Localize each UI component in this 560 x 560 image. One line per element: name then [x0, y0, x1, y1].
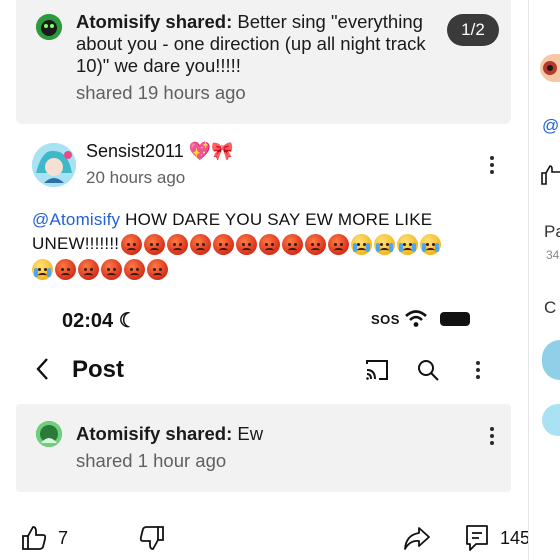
back-icon[interactable] [34, 356, 50, 387]
angry-face-emoji [101, 259, 122, 280]
commenter-avatar[interactable] [32, 143, 76, 187]
comment-count: 145 [500, 528, 531, 548]
like-icon[interactable] [20, 524, 48, 557]
commenter-username[interactable]: Sensist2011 [86, 141, 184, 161]
shared-author[interactable]: Atomisify shared: [76, 11, 232, 32]
angry-face-emoji [167, 233, 189, 255]
share-icon[interactable] [402, 524, 432, 557]
comment-more-icon[interactable] [486, 154, 498, 176]
adjacent-heading: C [544, 298, 557, 317]
status-time-text: 02:04 [62, 310, 114, 332]
shared-post-card[interactable] [16, 404, 511, 492]
shared-text-line: about you - one direction (up all night … [76, 33, 426, 54]
atomisify-avatar[interactable] [36, 421, 62, 447]
comment-icon[interactable] [464, 523, 490, 558]
crying-face-emoji [420, 233, 442, 255]
adjacent-title: Pa [544, 222, 560, 241]
adjacent-count: 34 [546, 248, 560, 262]
image-pager-badge: 1/2 [447, 14, 499, 46]
shared-text-line: Ew [237, 423, 264, 444]
dislike-icon[interactable] [138, 524, 166, 557]
angry-face-emoji [144, 233, 166, 255]
angry-face-emoji [124, 259, 145, 280]
atomisify-avatar[interactable] [36, 14, 62, 40]
angry-face-emoji [147, 259, 168, 280]
angry-face-emoji [236, 233, 258, 255]
crying-face-emoji [397, 233, 419, 255]
battery-icon [440, 312, 470, 326]
angry-face-emoji [282, 233, 304, 255]
comment-timestamp: 20 hours ago [86, 168, 186, 187]
crying-face-emoji [32, 259, 53, 280]
moon-icon: ☾ [118, 310, 137, 332]
adjacent-mention: @ [542, 116, 560, 135]
shared-post-text: Atomisify shared: Better sing "everythin… [76, 11, 446, 77]
sos-indicator: SOS [371, 312, 400, 327]
angry-face-emoji [55, 259, 76, 280]
like-count: 7 [58, 528, 69, 548]
shared-text-line: 10)" we dare you!!!!! [76, 55, 241, 76]
search-icon[interactable] [416, 358, 440, 387]
crying-face-emoji [374, 233, 396, 255]
post-title: Post [72, 356, 125, 383]
angry-face-emoji [328, 233, 350, 255]
shared-timestamp: shared 19 hours ago [76, 82, 246, 103]
angry-face-emoji [121, 233, 143, 255]
adjacent-like-icon[interactable] [540, 164, 560, 191]
angry-face-emoji [305, 233, 327, 255]
emoji-row [32, 259, 492, 280]
angry-face-emoji [259, 233, 281, 255]
shared-text-line: Better sing "everything [237, 11, 423, 32]
cast-icon[interactable] [364, 358, 390, 387]
comment-text-line: UNEW!!!!!!! [32, 234, 120, 253]
angry-face-emoji [78, 259, 99, 280]
adjacent-card-edge [528, 0, 560, 560]
heart-icon: 💖 [188, 141, 212, 161]
mention-link[interactable]: @Atomisify [32, 210, 120, 229]
shared-post-text: Atomisify shared: Ew [76, 423, 263, 445]
shared-more-icon[interactable] [486, 425, 498, 447]
angry-face-emoji [190, 233, 212, 255]
ribbon-icon: 🎀 [211, 141, 234, 161]
commenter-name-row: Sensist2011 💖🎀 [86, 141, 234, 162]
shared-author[interactable]: Atomisify shared: [76, 423, 232, 444]
adjacent-avatar[interactable] [540, 54, 560, 82]
emoji-row [121, 233, 442, 255]
status-bar-time: 02:04 ☾ [62, 308, 137, 333]
wifi-icon [404, 309, 428, 334]
crying-face-emoji [351, 233, 373, 255]
comment-body: @Atomisify HOW DARE YOU SAY EW MORE LIKE… [32, 208, 492, 280]
comment-text-line: HOW DARE YOU SAY EW MORE LIKE [120, 210, 433, 229]
header-more-icon[interactable] [472, 359, 484, 381]
angry-face-emoji [213, 233, 235, 255]
shared-timestamp: shared 1 hour ago [76, 450, 227, 471]
